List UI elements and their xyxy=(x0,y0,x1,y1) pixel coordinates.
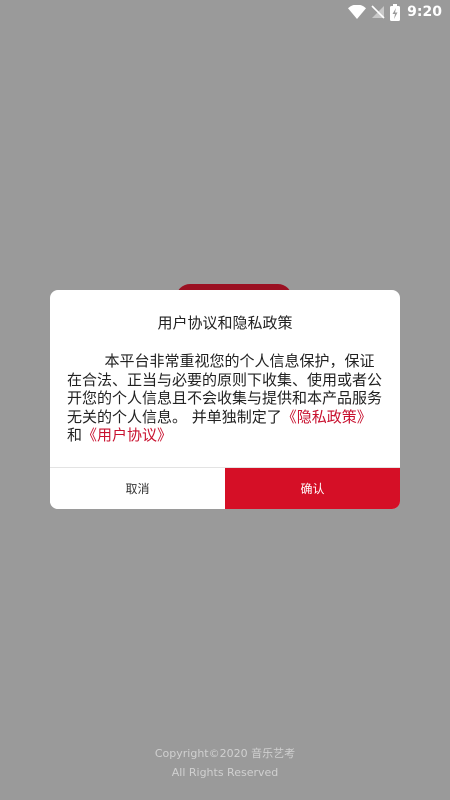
confirm-button[interactable]: 确认 xyxy=(225,468,400,509)
battery-charging-icon xyxy=(390,3,401,21)
privacy-policy-link[interactable]: 《隐私政策》 xyxy=(282,408,372,426)
dialog-body: 本平台非常重视您的个人信息保护，保证在合法、正当与必要的原则下收集、使用或者公开… xyxy=(67,352,383,445)
status-bar: 9:20 xyxy=(0,0,450,24)
user-agreement-link[interactable]: 《用户协议》 xyxy=(82,426,172,444)
dialog-button-row: 取消 确认 xyxy=(50,467,400,509)
agreement-dialog: 用户协议和隐私政策 本平台非常重视您的个人信息保护，保证在合法、正当与必要的原则… xyxy=(50,290,400,509)
cancel-button[interactable]: 取消 xyxy=(50,468,225,509)
status-time: 9:20 xyxy=(407,4,442,20)
dialog-title: 用户协议和隐私政策 xyxy=(157,314,293,332)
no-signal-icon xyxy=(371,5,385,19)
conjunction-text: 和 xyxy=(67,426,83,444)
rights-text: All Rights Reserved xyxy=(171,766,279,779)
wifi-icon xyxy=(348,5,367,19)
copyright-text: Copyright©2020 音乐艺考 xyxy=(154,747,296,760)
footer: Copyright©2020 音乐艺考 All Rights Reserved xyxy=(0,744,450,782)
